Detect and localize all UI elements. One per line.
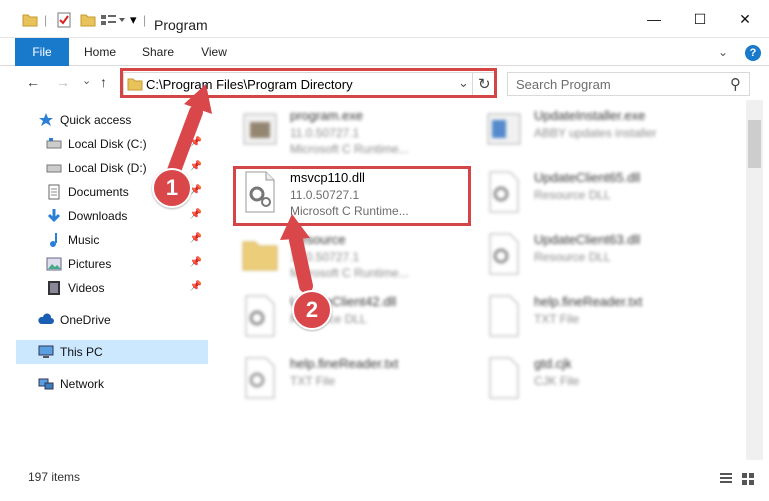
annotation-arrows: [165, 84, 313, 293]
step-badge-1: 1: [152, 168, 192, 208]
step-badge-2: 2: [292, 290, 332, 330]
